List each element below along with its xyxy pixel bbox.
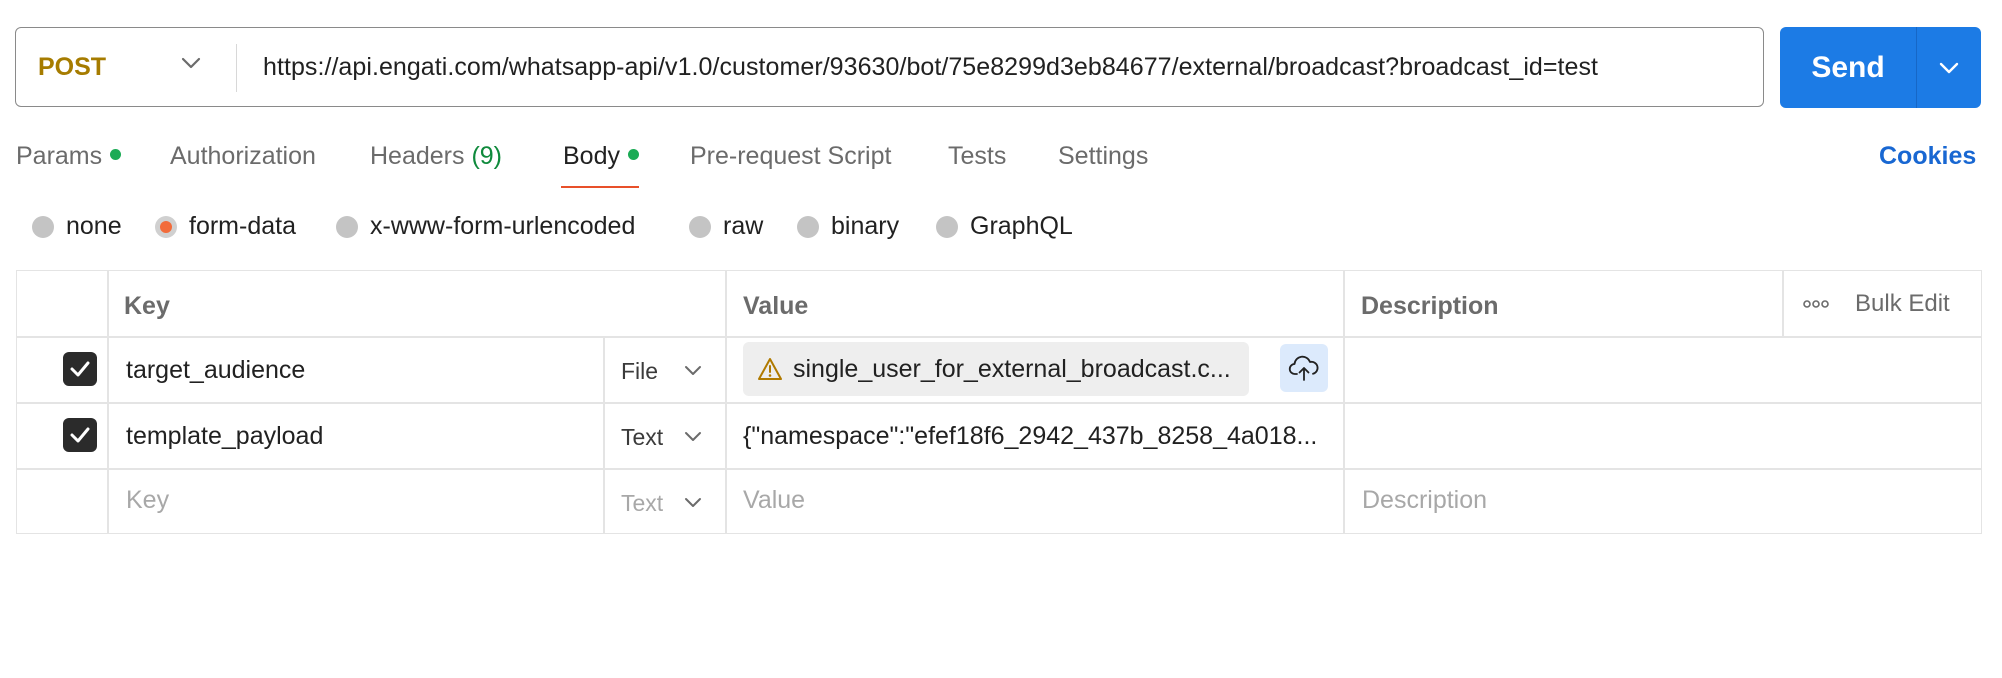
column-divider [1782, 270, 1784, 336]
radio-label: form-data [189, 212, 296, 240]
row-value[interactable]: {"namespace":"efef18f6_2942_437b_8258_4a… [743, 422, 1317, 451]
cookies-link[interactable]: Cookies [1879, 142, 1976, 171]
chevron-down-icon [1939, 62, 1959, 73]
tab-prerequest-label: Pre-request Script [690, 142, 892, 170]
check-icon [70, 361, 90, 377]
description-input[interactable]: Description [1362, 486, 1487, 515]
radio-circle [689, 215, 711, 238]
row-divider [16, 402, 1982, 404]
radio-circle [936, 215, 958, 238]
value-input[interactable]: Value [743, 486, 805, 515]
tab-body[interactable]: Body [563, 142, 639, 171]
key-input[interactable]: Key [126, 486, 169, 515]
warning-icon [758, 358, 782, 380]
tab-tests[interactable]: Tests [948, 142, 1006, 171]
active-tab-indicator [561, 186, 639, 188]
chevron-down-icon[interactable] [684, 430, 702, 448]
send-button[interactable]: Send [1780, 27, 1916, 108]
tab-settings-label: Settings [1058, 142, 1149, 170]
chevron-down-icon[interactable] [180, 56, 202, 75]
radio-graphql[interactable]: GraphQL [936, 212, 1073, 241]
tab-headers[interactable]: Headers (9) [370, 142, 502, 171]
radio-label: GraphQL [970, 212, 1073, 240]
radio-circle [797, 215, 819, 238]
url-input[interactable]: https://api.engati.com/whatsapp-api/v1.0… [263, 53, 1598, 82]
column-divider [725, 270, 727, 534]
row-key[interactable]: template_payload [126, 422, 323, 451]
bulk-edit-button[interactable]: Bulk Edit [1803, 290, 1950, 318]
radio-raw[interactable]: raw [689, 212, 763, 241]
tab-authorization[interactable]: Authorization [170, 142, 316, 171]
chevron-down-icon[interactable] [684, 364, 702, 382]
radio-form-data[interactable]: form-data [155, 212, 296, 241]
radio-circle [336, 215, 358, 238]
row-checkbox[interactable] [63, 352, 97, 386]
radio-label: none [66, 212, 122, 240]
column-header-description: Description [1361, 292, 1499, 320]
tab-settings[interactable]: Settings [1058, 142, 1148, 171]
radio-label: x-www-form-urlencoded [370, 212, 636, 240]
upload-button[interactable] [1280, 344, 1328, 392]
column-divider [1343, 270, 1345, 534]
type-select[interactable]: Text [621, 490, 663, 517]
more-options-icon [1803, 300, 1829, 308]
chevron-down-icon[interactable] [684, 496, 702, 514]
bulk-edit-label: Bulk Edit [1855, 290, 1950, 317]
tab-params[interactable]: Params [16, 142, 122, 171]
type-select[interactable]: File [621, 358, 658, 385]
file-chip[interactable]: single_user_for_external_broadcast.c... [743, 342, 1249, 396]
tab-authorization-label: Authorization [170, 142, 316, 170]
tab-prerequest-script[interactable]: Pre-request Script [690, 142, 891, 171]
column-divider [603, 336, 605, 534]
type-select[interactable]: Text [621, 424, 663, 451]
column-header-key: Key [124, 292, 170, 320]
send-options-button[interactable] [1917, 27, 1981, 108]
radio-x-www-form-urlencoded[interactable]: x-www-form-urlencoded [336, 212, 635, 241]
tab-tests-label: Tests [948, 142, 1007, 170]
radio-none[interactable]: none [32, 212, 122, 241]
tab-body-label: Body [563, 142, 620, 170]
headers-count-badge: (9) [471, 142, 503, 170]
radio-label: binary [831, 212, 900, 240]
radio-circle-selected [155, 215, 177, 238]
radio-circle [32, 215, 54, 238]
tab-params-label: Params [16, 142, 103, 170]
cloud-upload-icon [1288, 355, 1319, 381]
column-header-value: Value [743, 292, 809, 320]
radio-label: raw [723, 212, 764, 240]
status-dot [110, 148, 122, 160]
row-divider [16, 468, 1982, 470]
file-name: single_user_for_external_broadcast.c... [793, 354, 1231, 383]
url-divider [236, 44, 237, 92]
row-divider [16, 336, 1982, 338]
radio-binary[interactable]: binary [797, 212, 899, 241]
status-dot [627, 148, 639, 160]
row-checkbox[interactable] [63, 418, 97, 452]
column-divider [107, 270, 109, 534]
row-key[interactable]: target_audience [126, 356, 305, 385]
method-select[interactable]: POST [38, 53, 106, 82]
check-icon [70, 427, 90, 443]
tab-headers-label: Headers [370, 142, 465, 170]
